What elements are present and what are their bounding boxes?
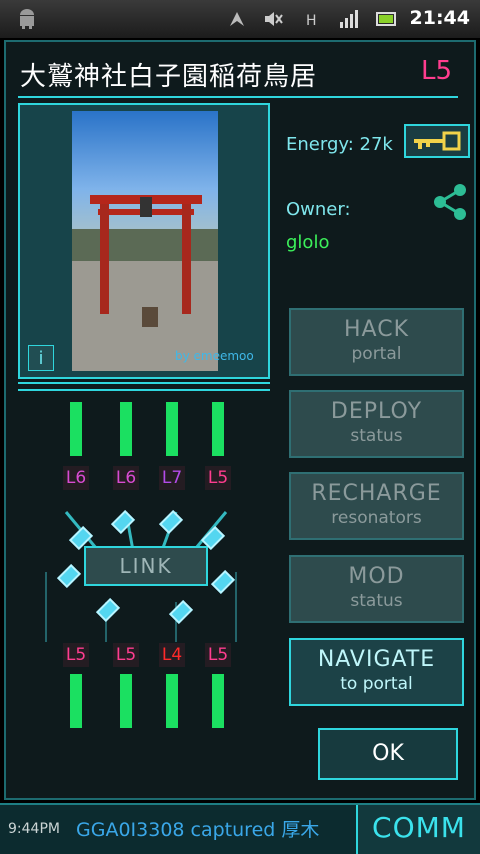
resonator-bar[interactable] [120, 402, 132, 456]
info-icon[interactable]: i [28, 345, 54, 371]
deploy-label: DEPLOY [330, 399, 423, 424]
signal-icon [340, 10, 358, 28]
portal-level: L5 [420, 56, 452, 86]
mod-sublabel: status [350, 591, 403, 611]
hack-button[interactable]: HACK portal [289, 308, 464, 376]
energy-value: 27k [359, 134, 393, 155]
resonator-bar[interactable] [166, 674, 178, 728]
recharge-label: RECHARGE [311, 481, 442, 506]
resonator-bar[interactable] [212, 402, 224, 456]
status-bar: H 21:44 [0, 0, 480, 38]
resonator-level: L5 [205, 643, 231, 667]
resonator-bar[interactable] [120, 674, 132, 728]
mod-button[interactable]: MOD status [289, 555, 464, 623]
hack-label: HACK [344, 317, 409, 342]
resonator-level: L5 [63, 643, 89, 667]
gps-icon [230, 12, 244, 26]
energy-label: Energy: [286, 134, 354, 155]
resonator-bar[interactable] [70, 674, 82, 728]
portal-photo-frame: i by emeemoo [18, 103, 270, 379]
ok-button[interactable]: OK [318, 728, 458, 780]
key-icon [414, 131, 461, 151]
resonator-bar[interactable] [166, 402, 178, 456]
torii-photo-illustration [72, 195, 218, 371]
resonator-level: L6 [113, 466, 139, 490]
android-icon [20, 9, 34, 29]
deploy-button[interactable]: DEPLOY status [289, 390, 464, 458]
resonator-level: L4 [159, 643, 185, 667]
comm-button[interactable]: COMM [356, 805, 480, 854]
mute-icon [265, 12, 283, 26]
title-divider [18, 96, 458, 98]
link-button[interactable]: LINK [84, 546, 208, 586]
resonator-level: L6 [63, 466, 89, 490]
navigate-label: NAVIGATE [317, 647, 436, 672]
portal-panel: 大鷲神社白子園稲荷鳥居 L5 i by emeemoo Energy: 27k [4, 40, 476, 800]
portal-title: 大鷲神社白子園稲荷鳥居 [20, 62, 318, 92]
data-icon: H [306, 13, 317, 29]
navigate-button[interactable]: NAVIGATE to portal [289, 638, 464, 706]
hack-sublabel: portal [351, 344, 402, 364]
recharge-button[interactable]: RECHARGE resonators [289, 472, 464, 540]
resonator-level: L5 [113, 643, 139, 667]
navigate-sublabel: to portal [340, 674, 413, 694]
comm-bar[interactable]: 9:44PM GGA0I3308 captured 厚木 COMM [0, 803, 480, 854]
recharge-sublabel: resonators [331, 508, 422, 528]
owner-name[interactable]: glolo [286, 232, 329, 253]
deploy-sublabel: status [350, 426, 403, 446]
key-button[interactable] [404, 124, 470, 158]
portal-photo[interactable] [72, 111, 218, 371]
battery-icon [376, 12, 396, 26]
svg-text:H: H [306, 13, 317, 29]
share-icon[interactable] [432, 182, 468, 222]
resonator-bar[interactable] [70, 402, 82, 456]
resonator-level: L7 [159, 466, 185, 490]
comm-message: GGA0I3308 captured 厚木 [76, 819, 320, 841]
mod-label: MOD [348, 564, 405, 589]
photo-credit: by emeemoo [175, 349, 254, 363]
resonator-level: L5 [205, 466, 231, 490]
owner-label: Owner: [286, 199, 351, 220]
resonator-bar[interactable] [212, 674, 224, 728]
energy-readout: Energy: 27k [286, 134, 393, 155]
photo-underline [18, 382, 270, 391]
clock: 21:44 [409, 7, 470, 29]
comm-time: 9:44PM [8, 821, 60, 837]
